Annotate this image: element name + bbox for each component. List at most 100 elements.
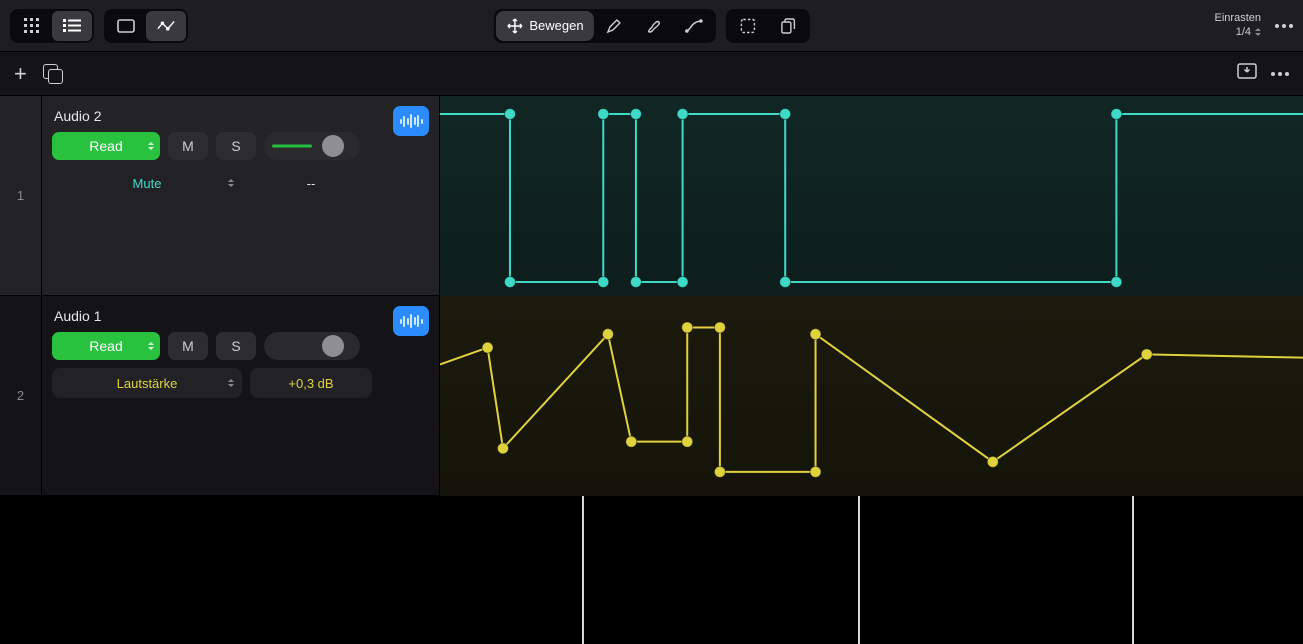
automation-mode-label: Read [89,138,122,154]
pencil-icon [605,17,623,35]
view-mode-group [10,9,94,43]
chevron-updown-icon [148,342,154,350]
callout-line [1132,496,1134,644]
automation-node[interactable] [1111,109,1122,120]
automation-node[interactable] [682,436,693,447]
automation-value[interactable]: +0,3 dB [250,368,372,398]
main-area: 1 Audio 2 Read M S [0,96,1303,644]
automation-icon [157,17,175,35]
automation-node[interactable] [630,109,641,120]
automation-node[interactable] [602,329,613,340]
pencil-tool-button[interactable] [594,11,634,41]
solo-button[interactable]: S [216,132,256,160]
automation-node[interactable] [714,466,725,477]
move-tool-label: Bewegen [529,18,583,33]
marquee-button[interactable] [728,11,768,41]
automation-param-select[interactable]: Mute [52,168,242,198]
mute-button[interactable]: M [168,132,208,160]
copy-button[interactable] [768,11,808,41]
move-tool-group: Bewegen [493,9,715,43]
automation-node[interactable] [682,322,693,333]
automation-node[interactable] [677,109,688,120]
list-view-button[interactable] [52,11,92,41]
automation-node[interactable] [598,277,609,288]
automation-node[interactable] [598,109,609,120]
param-label: Lautstärke [117,376,178,391]
grid-view-button[interactable] [12,11,52,41]
track-index: 2 [0,296,42,495]
import-button[interactable] [1237,63,1257,84]
curve-tool-button[interactable] [674,11,714,41]
automation-node[interactable] [987,456,998,467]
automation-node[interactable] [677,277,688,288]
slider-fill [272,145,312,148]
track-sidebar: 1 Audio 2 Read M S [0,96,440,644]
region-icon [117,17,135,35]
param-label: Mute [133,176,162,191]
display-mode-group [104,9,188,43]
timeline-area[interactable]: 135791113151719 [440,96,1303,644]
automation-node[interactable] [1111,277,1122,288]
duplicate-track-button[interactable] [43,64,63,84]
slider-knob[interactable] [322,135,344,157]
add-track-button[interactable]: + [14,61,27,87]
brush-icon [645,17,663,35]
automation-node[interactable] [810,329,821,340]
automation-mode-select[interactable]: Read [52,132,160,160]
solo-button[interactable]: S [216,332,256,360]
track-type-icon[interactable] [393,106,429,136]
automation-node[interactable] [482,342,493,353]
toolbar-right: Einrasten 1/4 [1215,12,1293,38]
chevron-updown-icon [228,179,234,187]
volume-slider[interactable] [264,132,360,160]
automation-node[interactable] [780,277,791,288]
automation-node[interactable] [780,109,791,120]
automation-node[interactable] [497,443,508,454]
sidebar-empty [0,496,439,644]
track-row[interactable]: 2 Audio 1 Read M S [0,296,439,496]
mute-button[interactable]: M [168,332,208,360]
track-type-icon[interactable] [393,306,429,336]
automation-node[interactable] [1141,349,1152,360]
list-icon [63,17,81,35]
automation-node[interactable] [504,277,515,288]
snap-control[interactable]: Einrasten 1/4 [1215,12,1261,38]
automation-node[interactable] [714,322,725,333]
move-icon [505,17,523,35]
chevron-updown-icon [1255,28,1261,36]
track-name: Audio 2 [54,108,429,124]
brush-tool-button[interactable] [634,11,674,41]
automation-curve[interactable] [440,96,1303,296]
automation-node[interactable] [810,466,821,477]
automation-mode-button[interactable] [146,11,186,41]
automation-node[interactable] [626,436,637,447]
waveform-icon [400,114,423,128]
region-mode-button[interactable] [106,11,146,41]
more-menu-button[interactable] [1275,24,1293,28]
automation-line[interactable] [440,327,1303,471]
chevron-updown-icon [148,142,154,150]
automation-param-select[interactable]: Lautstärke [52,368,242,398]
track-name: Audio 1 [54,308,429,324]
automation-mode-label: Read [89,338,122,354]
automation-line[interactable] [440,114,1303,282]
track-more-button[interactable] [1271,72,1289,76]
curve-icon [685,17,703,35]
waveform-icon [400,314,423,328]
slider-knob[interactable] [322,335,344,357]
copy-icon [779,17,797,35]
automation-node[interactable] [504,109,515,120]
automation-lane[interactable] [440,296,1303,496]
track-header-bar: + [0,52,1303,96]
snap-value: 1/4 [1236,26,1251,39]
automation-mode-select[interactable]: Read [52,332,160,360]
top-toolbar: Bewegen [0,0,1303,52]
grid-icon [23,17,41,35]
automation-curve[interactable] [440,296,1303,496]
move-tool-button[interactable]: Bewegen [495,11,593,41]
automation-node[interactable] [630,277,641,288]
automation-lane[interactable] [440,96,1303,296]
volume-slider[interactable] [264,332,360,360]
automation-value[interactable]: -- [250,168,372,198]
track-row[interactable]: 1 Audio 2 Read M S [0,96,439,296]
